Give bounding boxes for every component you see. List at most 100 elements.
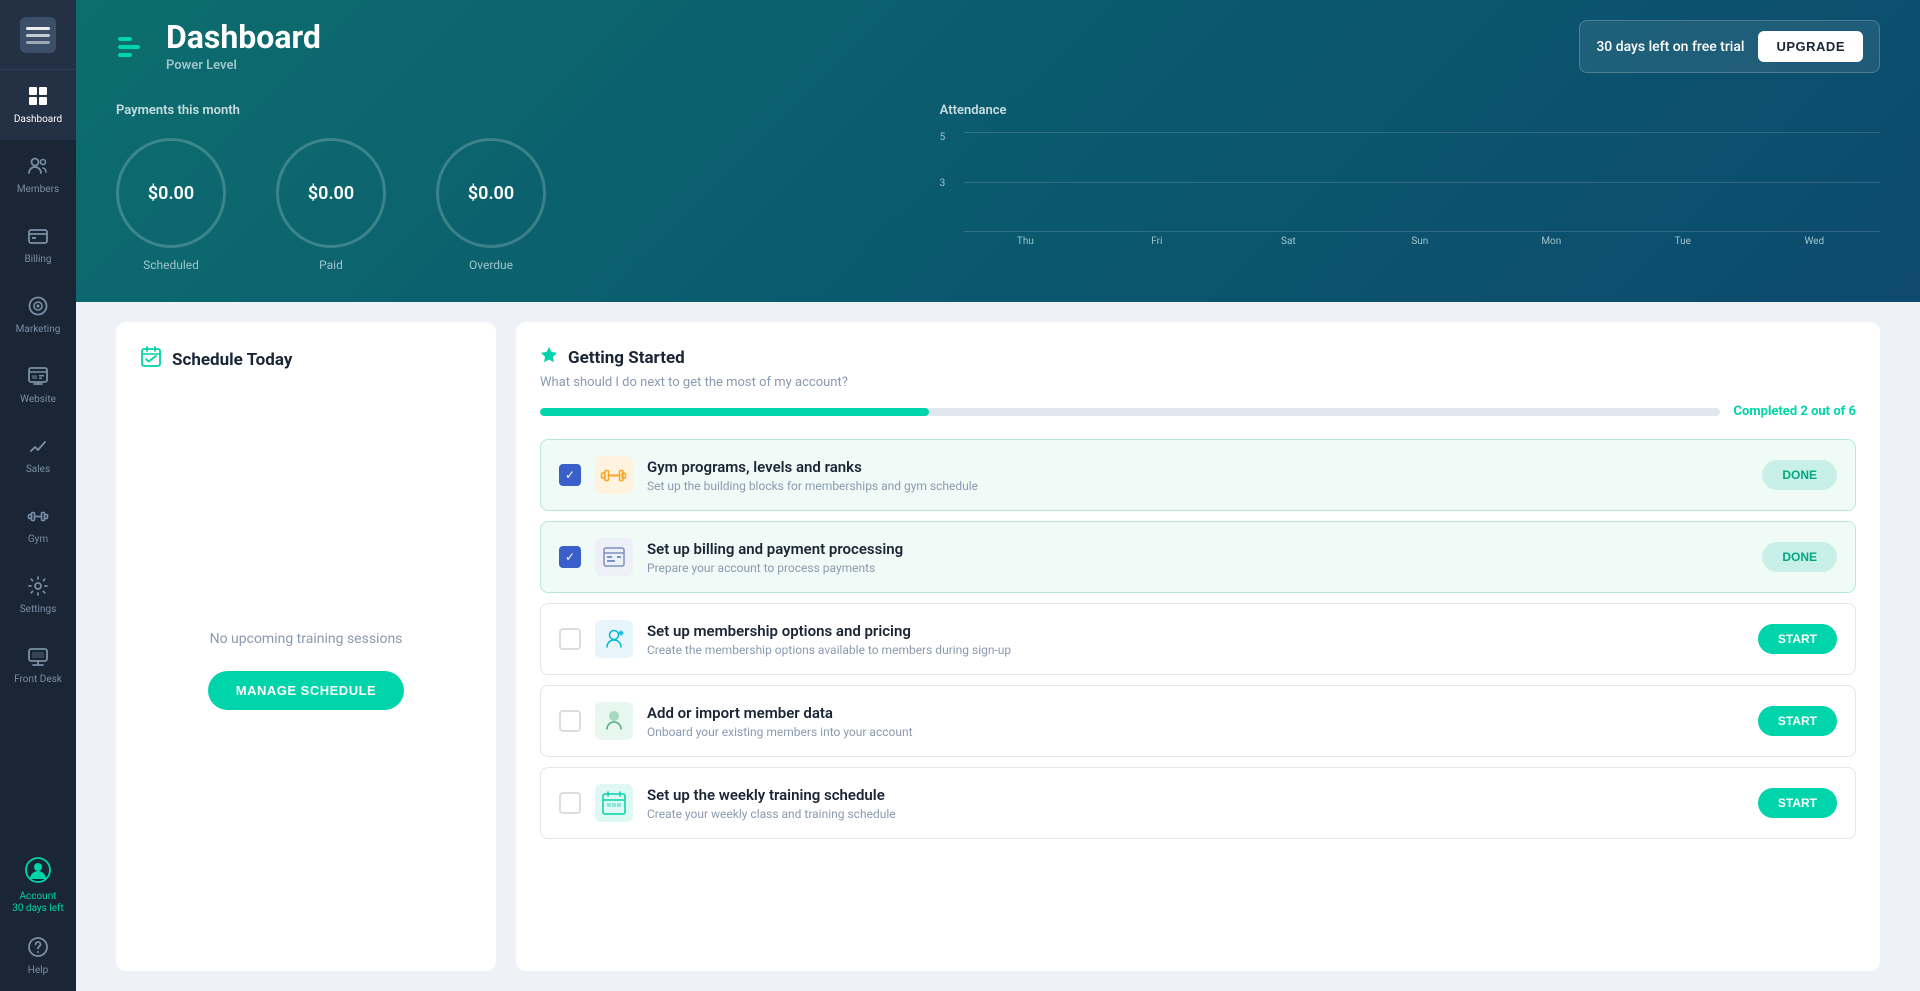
sidebar-logo [0, 0, 76, 70]
marketing-icon [27, 295, 49, 320]
circle-paid: $0.00 Paid [276, 138, 386, 272]
trial-text: 30 days left on free trial [1596, 39, 1744, 55]
task-text-import: Add or import member data Onboard your e… [647, 704, 1744, 739]
overdue-label: Overdue [469, 258, 513, 272]
task-checkbox-gym[interactable]: ✓ [559, 464, 581, 486]
x-label-mon: Mon [1486, 236, 1617, 247]
sidebar-item-settings[interactable]: Settings [0, 560, 76, 630]
header-title-group: Dashboard Power Level [166, 20, 321, 72]
x-label-fri: Fri [1091, 236, 1222, 247]
sidebar-label-gym: Gym [28, 534, 48, 546]
trial-badge: 30 days left on free trial UPGRADE [1579, 20, 1880, 73]
gs-subtitle: What should I do next to get the most of… [540, 375, 1856, 390]
sidebar-item-frontdesk[interactable]: Front Desk [0, 630, 76, 700]
sidebar-label-sales: Sales [26, 464, 50, 476]
sidebar-item-website[interactable]: Website [0, 350, 76, 420]
members-icon [27, 155, 49, 180]
task-icon-weekly [595, 784, 633, 822]
x-label-sat: Sat [1223, 236, 1354, 247]
header-left: Dashboard Power Level [116, 20, 321, 72]
task-desc-gym: Set up the building blocks for membershi… [647, 479, 1748, 493]
attendance-title: Attendance [940, 103, 1880, 118]
sidebar-label-members: Members [17, 184, 59, 196]
task-weekly-training: Set up the weekly training schedule Crea… [540, 767, 1856, 839]
gs-title: Getting Started [568, 348, 685, 368]
y-label-5: 5 [940, 132, 946, 143]
paid-value: $0.00 [308, 183, 354, 204]
task-gym-programs: ✓ Gym programs, levels and ranks Set up … [540, 439, 1856, 511]
task-btn-weekly[interactable]: START [1758, 788, 1837, 818]
sales-icon [27, 435, 49, 460]
circle-ring-overdue: $0.00 [436, 138, 546, 248]
task-title-weekly: Set up the weekly training schedule [647, 786, 1744, 804]
task-import-members: Add or import member data Onboard your e… [540, 685, 1856, 757]
task-text-weekly: Set up the weekly training schedule Crea… [647, 786, 1744, 821]
content-area: Schedule Today No upcoming training sess… [76, 302, 1920, 991]
task-btn-membership[interactable]: START [1758, 624, 1837, 654]
task-title-membership: Set up membership options and pricing [647, 622, 1744, 640]
task-billing-setup: ✓ Set up billing and payment processing … [540, 521, 1856, 593]
sidebar-item-members[interactable]: Members [0, 140, 76, 210]
header-row: Dashboard Power Level 30 days left on fr… [116, 20, 1880, 73]
task-checkbox-membership[interactable] [559, 628, 581, 650]
payments-attendance-row: Payments this month $0.00 Scheduled $0.0… [116, 103, 1880, 272]
circle-overdue: $0.00 Overdue [436, 138, 546, 272]
sidebar-item-billing[interactable]: Billing [0, 210, 76, 280]
task-text-gym: Gym programs, levels and ranks Set up th… [647, 458, 1748, 493]
circles-row: $0.00 Scheduled $0.00 Paid $0.00 [116, 138, 900, 272]
payments-section: Payments this month $0.00 Scheduled $0.0… [116, 103, 900, 272]
schedule-card: Schedule Today No upcoming training sess… [116, 322, 496, 971]
task-desc-import: Onboard your existing members into your … [647, 725, 1744, 739]
task-text-billing: Set up billing and payment processing Pr… [647, 540, 1748, 575]
task-checkbox-weekly[interactable] [559, 792, 581, 814]
schedule-icon [140, 346, 162, 373]
circle-ring-scheduled: $0.00 [116, 138, 226, 248]
schedule-card-header: Schedule Today [140, 346, 472, 373]
sidebar-item-help[interactable]: Help [0, 921, 76, 991]
sidebar-item-gym[interactable]: Gym [0, 490, 76, 560]
schedule-title: Schedule Today [172, 350, 292, 370]
x-label-sun: Sun [1354, 236, 1485, 247]
account-icon [25, 857, 51, 889]
task-checkbox-import[interactable] [559, 710, 581, 732]
task-desc-weekly: Create your weekly class and training sc… [647, 807, 1744, 821]
task-title-import: Add or import member data [647, 704, 1744, 722]
task-title-gym: Gym programs, levels and ranks [647, 458, 1748, 476]
header-logo-icon [116, 29, 152, 65]
sidebar-item-sales[interactable]: Sales [0, 420, 76, 490]
paid-label: Paid [319, 258, 343, 272]
task-desc-billing: Prepare your account to process payments [647, 561, 1748, 575]
attendance-section: Attendance 5 3 Thu Fri Sat Sun Mon Tue W… [900, 103, 1880, 247]
task-btn-billing[interactable]: DONE [1762, 542, 1837, 572]
task-icon-billing [595, 538, 633, 576]
sidebar-item-dashboard[interactable]: Dashboard [0, 70, 76, 140]
payments-label: Payments this month [116, 103, 900, 118]
circle-scheduled: $0.00 Scheduled [116, 138, 226, 272]
billing-icon [27, 225, 49, 250]
task-membership: Set up membership options and pricing Cr… [540, 603, 1856, 675]
sidebar-label-settings: Settings [20, 604, 57, 616]
task-btn-import[interactable]: START [1758, 706, 1837, 736]
sidebar-item-marketing[interactable]: Marketing [0, 280, 76, 350]
manage-schedule-button[interactable]: MANAGE SCHEDULE [208, 671, 404, 710]
schedule-empty-text: No upcoming training sessions [210, 631, 403, 647]
schedule-empty: No upcoming training sessions MANAGE SCH… [208, 393, 404, 947]
task-checkbox-billing[interactable]: ✓ [559, 546, 581, 568]
sidebar-item-account[interactable]: Account30 days left [0, 851, 76, 921]
scheduled-label: Scheduled [143, 258, 199, 272]
gridline-3 [964, 182, 1880, 183]
sidebar-label-dashboard: Dashboard [14, 114, 62, 126]
gym-icon [27, 505, 49, 530]
task-btn-gym[interactable]: DONE [1762, 460, 1837, 490]
account-label: Account30 days left [12, 891, 64, 915]
sidebar-label-marketing: Marketing [16, 324, 61, 336]
x-label-tue: Tue [1617, 236, 1748, 247]
sidebar: Dashboard Members Billing [0, 0, 76, 991]
frontdesk-icon [27, 645, 49, 670]
sidebar-label-frontdesk: Front Desk [14, 674, 62, 686]
help-icon [27, 936, 49, 961]
website-icon [27, 365, 49, 390]
upgrade-button[interactable]: UPGRADE [1758, 31, 1863, 62]
gs-header: Getting Started [540, 346, 1856, 369]
y-label-3: 3 [940, 178, 946, 189]
